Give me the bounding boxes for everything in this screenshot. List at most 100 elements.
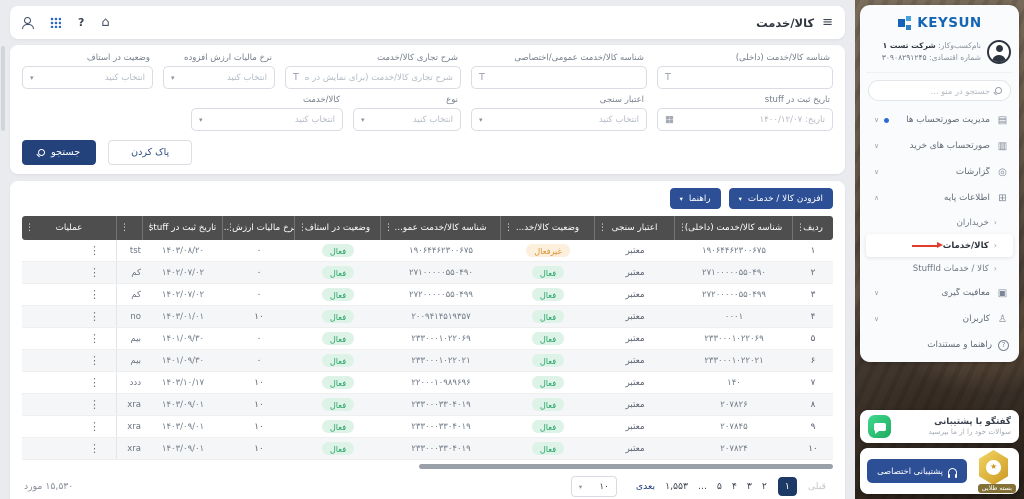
table-header: ردیف ⋮ شناسه کالا/خدمت (داخلی) ⋮ اعتبار … [22,216,833,240]
column-header[interactable]: عملیات ⋮ [22,216,117,240]
page-number-button[interactable]: ۱,۵۵۳ [665,481,688,492]
sidebar-menu-item[interactable]: ⊞ اطلاعات پایه ∧ [866,185,1013,211]
apps-grid-icon[interactable] [50,17,61,28]
table-row[interactable]: ۱۰ ۲۰۷۸۲۴ معتبر فعال ۲۳۳۰۰۰۳۳۰۴۰۱۹ فعال … [22,438,833,460]
column-menu-icon[interactable]: ⋮ [226,223,235,233]
page-number-button[interactable]: ۵ [717,481,722,492]
page-number-button[interactable]: ۴ [732,481,737,492]
table-row[interactable]: ۶ ۲۳۳۰۰۰۱۰۲۲۰۲۱ معتبر فعال ۲۳۳۰۰۰۱۰۲۲۰۲۱… [22,350,833,372]
row-actions-icon[interactable]: ⋮ [89,399,100,410]
help-button[interactable]: راهنما ▾ [670,188,721,209]
page-number-button[interactable]: ۱ [778,477,797,496]
filter-input[interactable]: انتخاب کنید ▾ [471,108,647,131]
column-menu-icon[interactable]: ⋮ [598,223,607,233]
column-menu-icon[interactable]: ⋮ [678,223,687,233]
column-header[interactable]: شناسه کالا/خدمت عمو... ⋮ [381,216,501,240]
filter-input[interactable]: انتخاب کنید ▾ [353,108,461,131]
table-row[interactable]: ۹ ۲۰۷۸۴۵ معتبر فعال ۲۳۳۰۰۰۳۳۰۴۰۱۹ فعال ۱… [22,416,833,438]
column-menu-icon[interactable]: ⋮ [146,223,155,233]
row-actions-icon[interactable]: ⋮ [89,355,100,366]
column-menu-icon[interactable]: ⋮ [796,223,805,233]
home-icon[interactable]: ⌂ [101,15,109,30]
page-number-button[interactable]: ۳ [747,481,752,492]
clear-button[interactable]: پاک کردن [108,140,192,165]
cell-validation: معتبر [595,306,675,327]
cell-internal-id: ۱۹۰۶۴۴۶۲۳۰۰۶۷۵ [675,240,793,261]
filter-input[interactable]: تاریخ: ۱۴۰۰/۱۲/۰۷ ▦ [657,108,833,131]
sidebar-menu-item[interactable]: ▤ مدیریت صورتحساب ها ∨ [866,107,1013,133]
table-row[interactable]: ۱ ۱۹۰۶۴۴۶۲۳۰۰۶۷۵ معتبر غیرفعال ۱۹۰۶۴۴۶۲۳… [22,240,833,262]
chevron-icon: ∧ [872,194,879,202]
stuff-status-badge: فعال [322,288,354,301]
column-menu-icon[interactable]: ⋮ [384,223,393,233]
column-header[interactable]: ردیف ⋮ [793,216,833,240]
row-actions-icon[interactable]: ⋮ [89,267,100,278]
keysun-logo-mark [897,15,913,31]
user-icon[interactable] [22,17,33,28]
sidebar-menu-item[interactable]: ▥ صورتحساب های خرید ∨ [866,133,1013,159]
page-number-button[interactable]: ۲ [762,481,767,492]
filter-input[interactable]: T [657,66,833,89]
table-row[interactable]: ۸ ۲۰۷۸۲۶ معتبر فعال ۲۳۳۰۰۰۳۳۰۴۰۱۹ فعال ۱… [22,394,833,416]
cell-stuff-status: فعال [295,328,381,349]
page-size-select[interactable]: ۱۰ ▾ [571,476,617,497]
table-row[interactable]: ۵ ۲۳۳۰۰۰۱۰۲۲۰۶۹ معتبر فعال ۲۳۳۰۰۰۱۰۲۲۰۶۹… [22,328,833,350]
table-row[interactable]: ۴ ۰۰۰۱ معتبر فعال ۲۰۰۹۴۱۴۵۱۹۳۵۷ فعال ۱۰ … [22,306,833,328]
column-header[interactable]: ⋮ [117,216,143,240]
menu-search-input[interactable]: جستجو در منو ... [868,80,1011,101]
column-menu-icon[interactable]: ⋮ [298,223,307,233]
sidebar-menu-item[interactable]: ? راهنما و مستندات [866,332,1013,358]
sidebar-submenu-item[interactable]: ‹ کالا/خدمات [866,234,1013,257]
filter-input[interactable]: انتخاب کنید ▾ [191,108,343,131]
column-header[interactable]: وضعیت کالا/خد... ⋮ [501,216,595,240]
filter-input[interactable]: انتخاب کنید ▾ [163,66,275,89]
avatar[interactable] [987,40,1011,64]
column-menu-icon[interactable]: ⋮ [120,223,129,233]
row-actions-icon[interactable]: ⋮ [89,443,100,454]
sidebar-submenu-item[interactable]: ‹ خریداران [866,211,1013,234]
column-header[interactable]: اعتبار سنجی ⋮ [595,216,675,240]
chevron-icon: ∨ [872,142,879,150]
top-bar: ≡ کالا/خدمت ⌂ ? [10,6,845,39]
table-horizontal-scrollbar[interactable] [419,464,833,469]
status-badge: غیرفعال [526,244,570,257]
page-number-button[interactable]: ... [698,481,707,492]
dedicated-support-button[interactable]: پشتیبانی اختصاصی [867,459,967,483]
row-actions-icon[interactable]: ⋮ [89,377,100,388]
help-icon[interactable]: ? [78,16,84,29]
filter-input[interactable]: انتخاب کنید ▾ [22,66,153,89]
sidebar-menu-item[interactable]: ▣ معافیت گیری ∨ [866,280,1013,306]
column-header[interactable]: وضعیت در استاف ⋮ [295,216,381,240]
search-button[interactable]: جستجو [22,140,96,165]
cell-validation: معتبر [595,328,675,349]
column-header[interactable]: تاریخ ثبت در stuff ⋮ [143,216,223,240]
sidebar-menu-item[interactable]: ♙ کاربران ∨ [866,306,1013,332]
row-actions-icon[interactable]: ⋮ [89,289,100,300]
sidebar-menu-item[interactable]: ◎ گزارشات ∨ [866,159,1013,185]
hamburger-icon[interactable]: ≡ [822,15,833,30]
row-actions-icon[interactable]: ⋮ [89,333,100,344]
table-body: ۱ ۱۹۰۶۴۴۶۲۳۰۰۶۷۵ معتبر غیرفعال ۱۹۰۶۴۴۶۲۳… [22,240,833,460]
filter-input[interactable]: T [471,66,647,89]
column-menu-icon[interactable]: ⋮ [504,223,513,233]
cell-stuff-status: فعال [295,394,381,415]
table-row[interactable]: ۷ ۱۴۰ معتبر فعال ۲۲۰۰۰۱۰۹۸۹۶۹۶ فعال ۱۰ ۱… [22,372,833,394]
page-scrollbar[interactable] [1,46,5,131]
cell-internal-id: ۲۰۷۸۴۵ [675,416,793,437]
filter-input[interactable]: شرح تجاری کالا/خدمت (برای نمایش در صورتح… [285,66,461,89]
column-header[interactable]: شناسه کالا/خدمت (داخلی) ⋮ [675,216,793,240]
support-chat-card[interactable]: گفتگو با پشتیبانی سوالات خود را از ما بپ… [860,410,1019,443]
prev-page-button[interactable]: قبلی [808,481,826,492]
row-actions-icon[interactable]: ⋮ [89,311,100,322]
row-actions-icon[interactable]: ⋮ [89,245,100,256]
column-header[interactable]: نرخ مالیات ارزش ... ⋮ [223,216,295,240]
table-row[interactable]: ۲ ۲۷۱۰۰۰۰۰۵۵۰۴۹۰ معتبر فعال ۲۷۱۰۰۰۰۰۵۵۰۴… [22,262,833,284]
next-page-button[interactable]: بعدی [636,481,655,492]
row-actions-icon[interactable]: ⋮ [89,421,100,432]
add-item-button[interactable]: افزودن کالا / خدمات ▾ [729,188,833,209]
cell-vat-rate: ۰ [223,284,295,305]
sidebar-submenu-item[interactable]: ‹ کالا / خدمات StuffId [866,257,1013,280]
column-menu-icon[interactable]: ⋮ [25,223,34,233]
cell-status: فعال [501,416,595,437]
table-row[interactable]: ۳ ۲۷۲۰۰۰۰۰۵۵۰۴۹۹ معتبر فعال ۲۷۲۰۰۰۰۰۵۵۰۴… [22,284,833,306]
